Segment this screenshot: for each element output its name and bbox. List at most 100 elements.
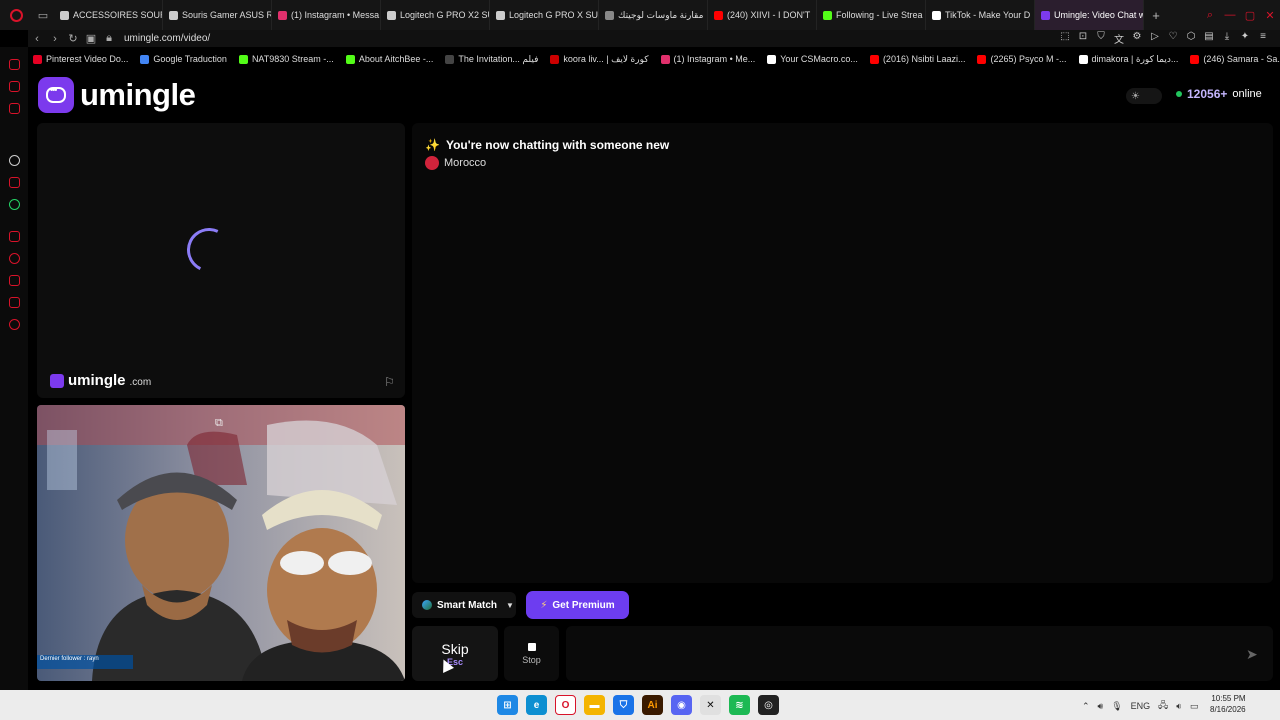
bookmark-item[interactable]: dimakora | ديما كورة... (1074, 54, 1184, 65)
browser-tab[interactable]: Umingle: Video Chat w× (1035, 0, 1144, 30)
settings-icon[interactable]: ⚙ (1130, 31, 1144, 46)
skip-button[interactable]: Skip Esc (412, 626, 498, 681)
url-text[interactable]: umingle.com/video/ (124, 33, 210, 44)
volume-icon[interactable]: 🔉︎ (1176, 701, 1182, 712)
illustrator-icon[interactable]: Ai (642, 695, 663, 715)
sidebar-settings-icon[interactable] (9, 319, 20, 330)
edge-icon[interactable]: e (526, 695, 547, 715)
file-explorer-icon[interactable]: ▬ (584, 695, 605, 715)
tab-favicon-icon (605, 10, 614, 20)
tab-strip: ACCESSOIRES SOURI Souris Gamer ASUS R (1) … (54, 0, 1144, 30)
windows-start-icon[interactable]: ⊞ (497, 695, 518, 715)
microphone-icon[interactable]: 🎙︎ (1111, 701, 1122, 712)
defender-icon[interactable]: ⛉ (613, 695, 634, 715)
browser-tab[interactable]: TikTok - Make Your D (926, 0, 1035, 30)
bookmark-item[interactable]: Google Traduction (135, 54, 232, 64)
sidebar-extensions-icon[interactable] (9, 297, 20, 308)
download-icon[interactable]: ⤓ (1220, 31, 1234, 46)
cast-icon[interactable]: ⬚ (1058, 31, 1072, 46)
sidebar-music-icon[interactable] (9, 231, 20, 242)
bookmark-item[interactable]: (2016) Nsibti Laazi... (865, 54, 971, 64)
stop-button[interactable]: Stop (504, 626, 559, 681)
opera-icon[interactable]: O (555, 695, 576, 715)
smart-match-dropdown[interactable]: Smart Match ▼ (412, 592, 516, 618)
clock-date: 8/16/2026 (1210, 705, 1246, 714)
browser-tab[interactable]: Logitech G PRO X2 SU (381, 0, 490, 30)
close-window-icon[interactable]: ✕ (1260, 9, 1280, 22)
report-flag-icon[interactable]: ⚐ (384, 375, 395, 389)
camera-icon[interactable]: ⊡ (1076, 31, 1090, 46)
back-icon[interactable]: ‹ (28, 33, 46, 45)
language-indicator[interactable]: ENG (1131, 701, 1151, 711)
play-icon[interactable]: ▷ (1148, 31, 1162, 46)
heart-icon[interactable]: ♡ (1166, 31, 1180, 46)
browser-tab[interactable]: (240) XIIVI - I DON'T (708, 0, 817, 30)
browser-tab[interactable]: Following - Live Strea (817, 0, 926, 30)
menu-icon[interactable]: ≡ (1256, 31, 1270, 46)
bookmark-item[interactable]: (1) Instagram • Me... (656, 54, 761, 64)
opera-logo-icon[interactable] (0, 0, 32, 30)
bookmark-item[interactable]: Your CSMacro.co... (762, 54, 863, 64)
get-premium-button[interactable]: ⚡ Get Premium (526, 591, 629, 619)
bookmark-item[interactable]: Pinterest Video Do... (28, 54, 133, 64)
skip-label: Skip (441, 640, 469, 657)
send-icon[interactable]: ➤ (1246, 646, 1258, 663)
tab-favicon-icon (714, 10, 723, 20)
browser-tab[interactable]: مقارنة ماوسات لوجيتك (599, 0, 708, 30)
tab-label: Umingle: Video Chat w (1054, 10, 1144, 20)
browser-tab[interactable]: Souris Gamer ASUS R (163, 0, 272, 30)
extensions-icon[interactable]: ⬡ (1184, 31, 1198, 46)
obs-icon[interactable]: ◎ (758, 695, 779, 715)
bookmark-favicon-icon (445, 54, 455, 64)
bookmark-item[interactable]: NAT9830 Stream -... (234, 54, 339, 64)
sidebar-home-icon[interactable] (9, 59, 20, 70)
picture-in-picture-icon[interactable]: ⧉ (215, 417, 223, 430)
translate-icon[interactable]: 文 (1112, 31, 1126, 46)
maximize-icon[interactable]: ▢ (1240, 9, 1260, 22)
snapshot-icon[interactable]: ▣ (82, 32, 100, 45)
new-tab-button[interactable]: + (1144, 8, 1168, 23)
sidebar-video-icon[interactable] (9, 103, 20, 114)
battery-icon[interactable]: ▭ (1190, 701, 1199, 712)
browser-tab[interactable]: ACCESSOIRES SOURI (54, 0, 163, 30)
sidebar-history-icon[interactable] (9, 253, 20, 264)
taskbar-clock[interactable]: 10:55 PM 8/16/2026 (1210, 693, 1246, 715)
wallet-icon[interactable]: ▤ (1202, 31, 1216, 46)
bookmark-item[interactable]: (2265) Psyco M -... (972, 54, 1071, 64)
bookmark-item[interactable]: koora liv... | كورة لايف (545, 54, 653, 65)
workspaces-icon[interactable]: ▭ (32, 0, 54, 30)
site-logo[interactable]: umingle (38, 77, 196, 113)
theme-toggle[interactable]: ☀ (1126, 88, 1162, 104)
sidebar-chat-icon[interactable] (9, 81, 20, 92)
bookmark-favicon-icon (1078, 54, 1088, 64)
browser-tab[interactable]: Logitech G PRO X SU (490, 0, 599, 30)
network-icon[interactable]: 🖧 (1158, 698, 1168, 714)
speaker-icon[interactable]: 🔊︎ (1098, 701, 1104, 712)
bookmark-label: Pinterest Video Do... (46, 54, 129, 64)
spotify-icon[interactable]: ≋ (729, 695, 750, 715)
shield-icon[interactable]: ⛉ (1094, 31, 1108, 46)
tab-favicon-icon (387, 10, 396, 20)
search-icon[interactable]: ⌕ (1200, 9, 1220, 22)
tab-favicon-icon (496, 10, 505, 20)
tab-label: Following - Live Strea (836, 10, 923, 20)
reload-icon[interactable]: ↻ (64, 32, 82, 45)
watermark-tld: .com (129, 376, 152, 388)
bookmark-item[interactable]: The Invitation... فيلم (440, 54, 543, 65)
bookmark-item[interactable]: About AitchBee -... (341, 54, 439, 64)
ai-icon[interactable]: ✦ (1238, 31, 1252, 46)
discord-icon[interactable]: ◉ (671, 695, 692, 715)
minimize-icon[interactable]: — (1220, 9, 1240, 21)
sidebar-chatgpt-icon[interactable] (9, 155, 20, 166)
forward-icon[interactable]: › (46, 33, 64, 45)
message-input[interactable] (566, 626, 1273, 681)
capcut-icon[interactable]: ✕ (700, 695, 721, 715)
sidebar-download-icon[interactable] (9, 275, 20, 286)
tray-overflow-icon[interactable]: ⌃ (1082, 701, 1090, 712)
bookmark-label: Google Traduction (153, 54, 227, 64)
sidebar-percent-icon[interactable] (9, 177, 20, 188)
sidebar-whatsapp-icon[interactable] (9, 199, 20, 210)
browser-tab[interactable]: (1) Instagram • Messa (272, 0, 381, 30)
bookmark-label: (246) Samara - Sa... (1203, 54, 1280, 64)
bookmark-item[interactable]: (246) Samara - Sa... (1185, 54, 1280, 64)
